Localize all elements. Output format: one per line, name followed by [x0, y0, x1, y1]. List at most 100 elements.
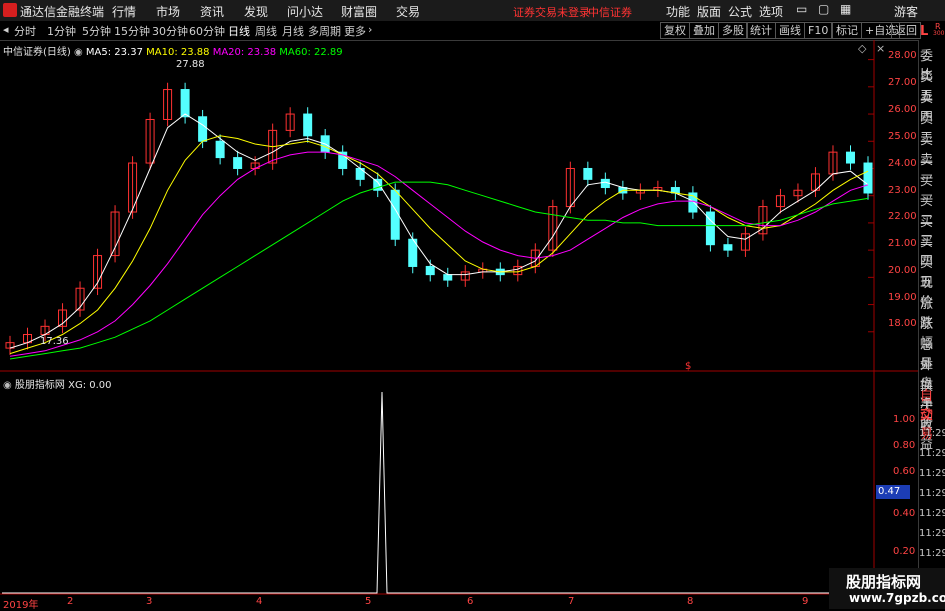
minimize-icon[interactable]: ▭: [796, 2, 807, 16]
y-tick: 28.00: [888, 50, 917, 61]
indicator-plot: [2, 391, 872, 594]
menu-gongneng[interactable]: 功能: [666, 3, 690, 20]
candle-body: [845, 151, 855, 164]
trade-time: 11:29: [919, 508, 945, 519]
chevron-right-icon[interactable]: ›: [368, 23, 372, 36]
y-tick: 27.00: [888, 77, 917, 88]
tf-60min[interactable]: 60分钟: [189, 23, 225, 39]
tf-fenshi[interactable]: 分时: [14, 23, 36, 39]
candle-body: [723, 244, 733, 251]
xg-value: XG: 0.00: [68, 380, 112, 391]
candle-body: [180, 89, 190, 118]
menu-gongshi[interactable]: 公式: [728, 3, 752, 20]
indicator-settings-icon[interactable]: ◉: [3, 380, 12, 391]
candle-body: [303, 113, 313, 137]
tf-multi[interactable]: 多周期: [308, 23, 341, 39]
menu-wenxiaoda[interactable]: 问小达: [287, 3, 323, 20]
close-icon[interactable]: ×: [876, 42, 885, 55]
main-legend: 中信证券(日线) ◉ MA5: 23.37 MA10: 23.88 MA20: …: [3, 43, 343, 58]
trade-time: 11:29: [919, 428, 945, 439]
diamond-icon[interactable]: ◇: [858, 42, 866, 55]
sub-y-tick: 0.40: [893, 508, 916, 519]
x-tick: 7: [568, 596, 575, 607]
tf-1min[interactable]: 1分钟: [47, 23, 76, 39]
ma20-label: MA20: 23.38: [212, 47, 277, 58]
back-button[interactable]: 返回: [891, 22, 921, 39]
tf-daily[interactable]: 日线: [228, 23, 250, 39]
x-tick: 3: [146, 596, 153, 607]
sub-y-tick: 0.80: [893, 440, 916, 451]
menu-shichang[interactable]: 市场: [156, 3, 180, 20]
grid-lines: [0, 40, 918, 609]
ma60-label: MA60: 22.89: [279, 47, 343, 58]
candle-body: [425, 265, 435, 276]
y-tick: 18.00: [888, 318, 917, 329]
y-tick: 25.00: [888, 131, 917, 142]
menu-faxian[interactable]: 发现: [244, 3, 268, 20]
tf-15min[interactable]: 15分钟: [114, 23, 150, 39]
f10-button[interactable]: F10: [804, 22, 833, 39]
high-annotation: 27.88: [176, 59, 205, 70]
sub-y-tick: 0.20: [893, 546, 916, 557]
candle-body: [863, 162, 873, 194]
y-tick: 19.00: [888, 292, 917, 303]
grid-icon[interactable]: ▦: [840, 2, 851, 16]
x-tick: 4: [256, 596, 263, 607]
trade-time: 11:29: [919, 548, 945, 559]
ma5-label: MA5: 23.37: [85, 47, 143, 58]
tf-5min[interactable]: 5分钟: [82, 23, 111, 39]
biaoji-button[interactable]: 标记: [832, 22, 862, 39]
watermark-title: 股朋指标网: [846, 573, 922, 591]
menu-banmian[interactable]: 版面: [697, 3, 721, 20]
broker-name[interactable]: 中信证券: [588, 4, 632, 20]
dividend-mark[interactable]: $: [685, 361, 691, 372]
guest-label[interactable]: 游客: [894, 3, 918, 20]
title-bar: 通达信金融终端 行情 市场 资讯 发现 问小达 财富圈 交易 证券交易未登录 中…: [0, 0, 945, 22]
arrow-left-icon[interactable]: ◂: [3, 23, 9, 36]
sub-y-tick: 0.60: [893, 466, 916, 477]
low-annotation: 17.36: [40, 336, 69, 347]
settings-icon[interactable]: ◉: [74, 47, 83, 58]
ma-line-ma5: [9, 113, 869, 349]
sub-y-tick: 1.00: [893, 414, 916, 425]
huaxian-button[interactable]: 画线: [775, 22, 805, 39]
menu-caifuquan[interactable]: 财富圈: [341, 3, 377, 20]
x-tick: 5: [365, 596, 372, 607]
tf-more[interactable]: 更多: [344, 23, 366, 39]
tf-weekly[interactable]: 周线: [255, 23, 277, 39]
x-tick: 6: [467, 596, 474, 607]
kline-chart[interactable]: [0, 40, 918, 609]
y-tick: 26.00: [888, 104, 917, 115]
tf-30min[interactable]: 30分钟: [152, 23, 188, 39]
panel-top-label[interactable]: L: [920, 24, 928, 39]
menu-jiaoyi[interactable]: 交易: [396, 3, 420, 20]
ma-line-ma20: [9, 151, 869, 357]
trade-time: 11:29: [919, 448, 945, 459]
menu-xuanxiang[interactable]: 选项: [759, 3, 783, 20]
trade-time: 11:29: [919, 468, 945, 479]
app-logo-icon: [3, 3, 17, 17]
tf-monthly[interactable]: 月线: [282, 23, 304, 39]
y-tick: 23.00: [888, 185, 917, 196]
ma10-label: MA10: 23.88: [146, 47, 210, 58]
diejia-button[interactable]: 叠加: [689, 22, 719, 39]
trade-time: 11:29: [919, 528, 945, 539]
stock-name[interactable]: 中信证券(日线): [3, 47, 71, 58]
fuquan-button[interactable]: 复权: [660, 22, 690, 39]
candle-body: [233, 157, 243, 169]
tongji-button[interactable]: 统计: [746, 22, 776, 39]
menu-hangqing[interactable]: 行情: [112, 3, 136, 20]
menu-zixun[interactable]: 资讯: [200, 3, 224, 20]
indicator-name[interactable]: 股朋指标网: [15, 380, 65, 391]
trade-time: 11:29: [919, 488, 945, 499]
duogu-button[interactable]: 多股: [718, 22, 748, 39]
main-plot: [5, 82, 873, 360]
x-tick: 9: [802, 596, 809, 607]
y-tick: 21.00: [888, 238, 917, 249]
login-notice[interactable]: 证券交易未登录: [513, 4, 590, 20]
xg-line: [2, 391, 872, 594]
candle-body: [443, 274, 453, 281]
restore-icon[interactable]: ▢: [818, 2, 829, 16]
period-toolbar: ◂ 分时 1分钟 5分钟 15分钟 30分钟 60分钟 日线 周线 月线 多周期…: [0, 21, 945, 41]
indicator-legend: ◉ 股朋指标网 XG: 0.00: [3, 376, 112, 391]
